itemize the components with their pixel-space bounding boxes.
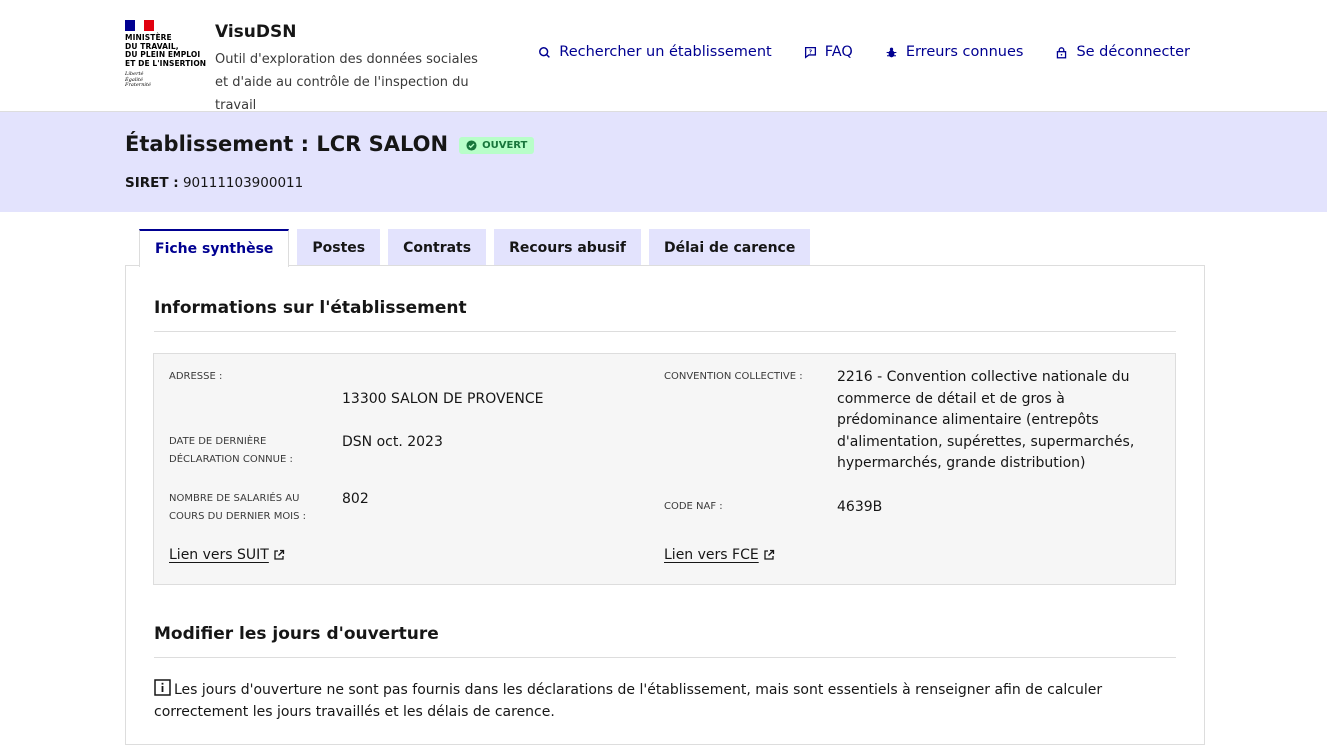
opening-days-notice: Les jours d'ouverture ne sont pas fourni… [154, 679, 1154, 723]
nav-faq[interactable]: ? FAQ [804, 44, 853, 60]
site-header: MINISTÈRE DU TRAVAIL, DU PLEIN EMPLOI ET… [0, 0, 1327, 113]
nav-logout[interactable]: Se déconnecter [1055, 44, 1190, 60]
employees-value: 802 [342, 491, 369, 507]
last-dsn-value: DSN oct. 2023 [342, 434, 443, 450]
address-label: ADRESSE : [169, 371, 223, 382]
info-icon [154, 679, 171, 696]
link-suit[interactable]: Lien vers SUIT [169, 547, 285, 563]
republic-flag-icon [125, 20, 155, 31]
service-title[interactable]: VisuDSN [215, 22, 490, 42]
address-value: 13300 SALON DE PROVENCE [342, 391, 544, 407]
section-divider [154, 657, 1176, 658]
siret-line: SIRET : 90111103900011 [125, 175, 303, 191]
page-title: Établissement : LCR SALON [125, 132, 449, 156]
service-info: VisuDSN Outil d'exploration des données … [215, 22, 490, 117]
last-dsn-label: DATE DE DERNIÈRE DÉCLARATION CONNUE : [169, 436, 293, 465]
svg-text:?: ? [809, 49, 812, 55]
check-circle-icon [466, 140, 477, 151]
lock-icon [1057, 46, 1067, 58]
status-badge-label: OUVERT [482, 140, 528, 151]
external-link-icon [764, 549, 774, 560]
question-bubble-icon: ? [804, 46, 816, 59]
tab-fiche-synthese[interactable]: Fiche synthèse [139, 229, 290, 267]
siret-value: 90111103900011 [182, 175, 304, 191]
naf-label: CODE NAF : [664, 501, 723, 512]
tab-postes[interactable]: Postes [297, 229, 381, 266]
ministry-name: MINISTÈRE DU TRAVAIL, DU PLEIN EMPLOI ET… [125, 33, 207, 68]
nav-faq-label: FAQ [824, 44, 853, 60]
employees-label: NOMBRE DE SALARIÉS AU COURS DU DERNIER M… [169, 493, 307, 522]
bug-icon [886, 47, 897, 57]
section-divider [154, 331, 1176, 332]
tab-panel: Informations sur l'établissement ADRESSE… [125, 265, 1205, 745]
establishment-info-box: ADRESSE : 13300 SALON DE PROVENCE DATE D… [153, 353, 1176, 585]
header-nav: Rechercher un établissement ? FAQ Erreur… [538, 44, 1190, 60]
nav-known-errors-label: Erreurs connues [905, 44, 1024, 60]
nav-logout-label: Se déconnecter [1076, 44, 1190, 60]
establishment-banner: Établissement : LCR SALON OUVERT SIRET :… [0, 112, 1327, 212]
title-row: Établissement : LCR SALON OUVERT [125, 132, 535, 156]
nav-search-establishment[interactable]: Rechercher un établissement [538, 44, 772, 60]
tab-contrats[interactable]: Contrats [388, 229, 487, 266]
siret-label: SIRET : [125, 175, 179, 191]
tab-recours-abusif[interactable]: Recours abusif [494, 229, 642, 266]
external-link-icon [274, 549, 284, 560]
naf-value: 4639B [837, 499, 883, 515]
info-section-title: Informations sur l'établissement [154, 298, 467, 318]
service-tagline: Outil d'exploration des données sociales… [215, 52, 478, 113]
republic-motto: Liberté Égalité Fraternité [125, 71, 151, 88]
ministry-logo[interactable]: MINISTÈRE DU TRAVAIL, DU PLEIN EMPLOI ET… [125, 20, 210, 89]
nav-search-label: Rechercher un établissement [559, 44, 772, 60]
status-badge: OUVERT [459, 137, 535, 154]
search-icon [539, 46, 551, 58]
convention-value: 2216 - Convention collective nationale d… [837, 369, 1135, 471]
link-fce[interactable]: Lien vers FCE [664, 547, 775, 563]
tab-delai-de-carence[interactable]: Délai de carence [649, 229, 811, 266]
convention-label: CONVENTION COLLECTIVE : [664, 371, 803, 382]
opening-days-section-title: Modifier les jours d'ouverture [154, 624, 439, 644]
nav-known-errors[interactable]: Erreurs connues [885, 44, 1024, 60]
tab-list: Fiche synthèse Postes Contrats Recours a… [139, 229, 811, 267]
